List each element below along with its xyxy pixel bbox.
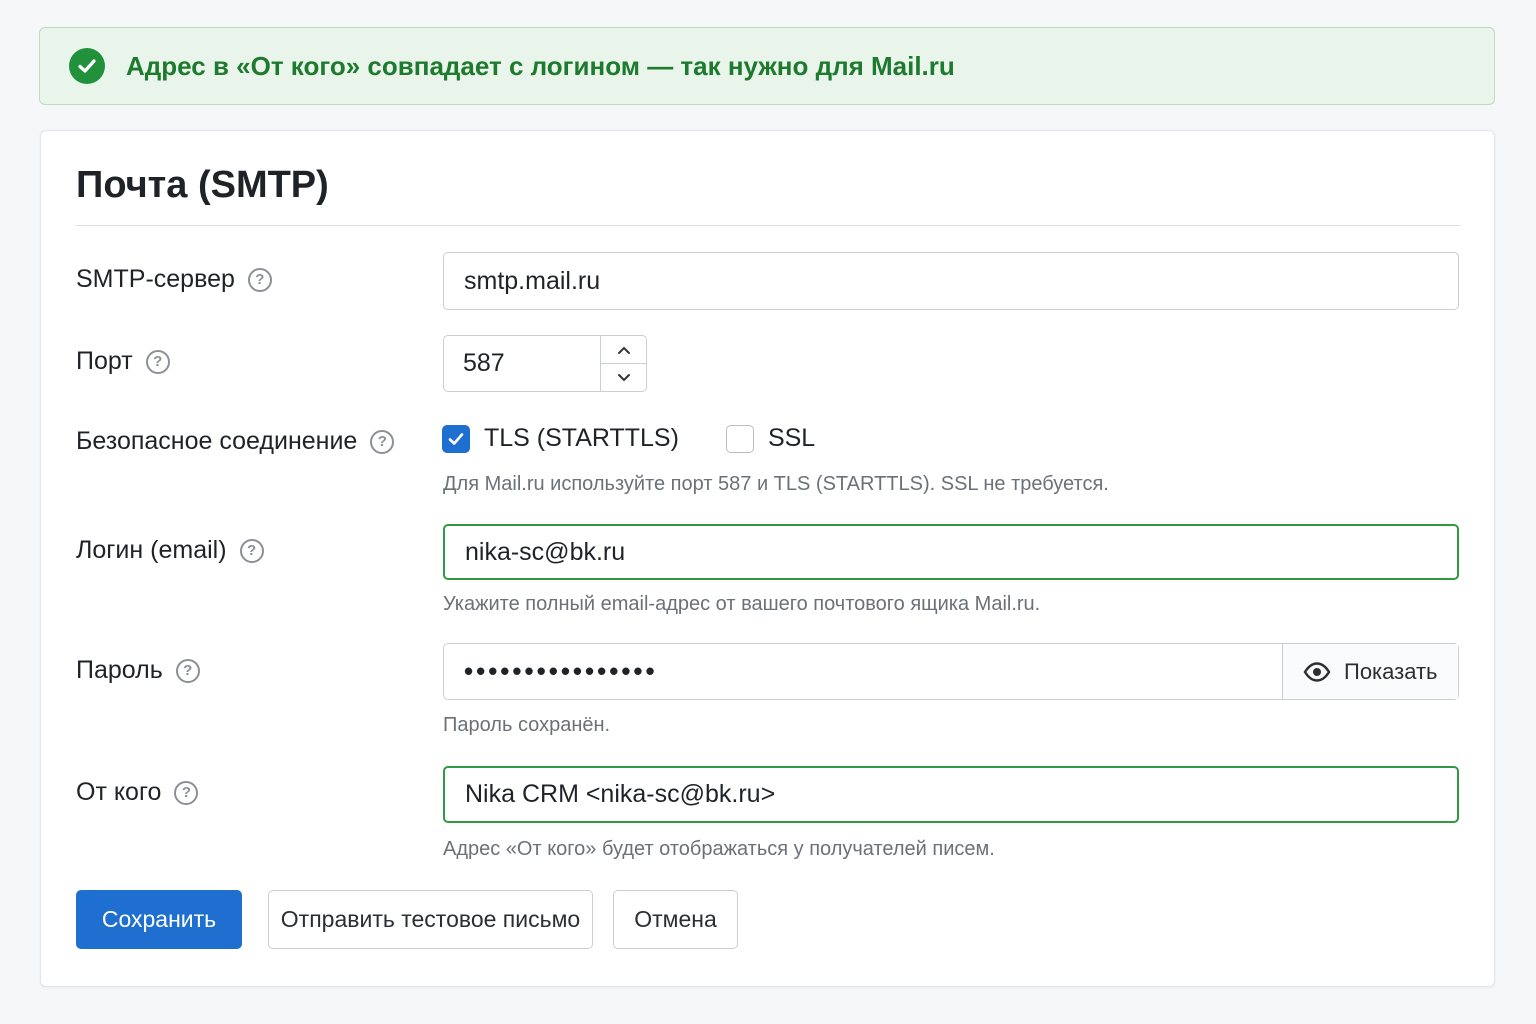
help-icon[interactable]: ? (145, 349, 170, 374)
help-icon[interactable]: ? (247, 267, 272, 292)
secure-connection-options: TLS (STARTTLS) SSL (442, 424, 815, 453)
ssl-checkbox-label[interactable]: SSL (768, 424, 815, 453)
port-label-text: Порт (76, 347, 133, 375)
from-label: От кого ? (76, 778, 199, 807)
login-hint: Укажите полный email-адрес от вашего поч… (443, 593, 1041, 615)
login-input[interactable]: nika-sc@bk.ru (443, 524, 1459, 580)
login-label: Логин (email) ? (76, 536, 264, 565)
eye-icon (1303, 661, 1331, 682)
from-hint: Адрес «От кого» будет отображаться у пол… (443, 838, 995, 860)
smtp-server-label: SMTP-сервер ? (76, 265, 272, 294)
from-input[interactable]: Nika CRM <nika-sc@bk.ru> (443, 766, 1459, 823)
save-button[interactable]: Сохранить (76, 890, 242, 949)
help-icon[interactable]: ? (175, 658, 200, 683)
page-title: Почта (SMTP) (76, 164, 329, 206)
tls-checkbox[interactable] (442, 424, 470, 453)
show-password-button[interactable]: Показать (1282, 644, 1458, 699)
cancel-button[interactable]: Отмена (613, 890, 738, 949)
check-circle-icon (69, 48, 105, 84)
banner-message: Адрес в «От кого» совпадает с логином — … (126, 50, 955, 81)
password-field: •••••••••••••••• Показать (443, 643, 1459, 700)
send-test-email-button[interactable]: Отправить тестовое письмо (268, 890, 593, 949)
from-label-text: От кого (76, 778, 162, 806)
success-banner: Адрес в «От кого» совпадает с логином — … (39, 27, 1495, 105)
port-stepper[interactable]: 587 (443, 335, 647, 392)
smtp-server-input[interactable]: smtp.mail.ru (443, 252, 1459, 310)
tls-checkbox-label[interactable]: TLS (STARTTLS) (484, 424, 679, 453)
title-divider (76, 225, 1460, 226)
chevron-down-icon[interactable] (601, 363, 646, 391)
help-icon[interactable]: ? (174, 780, 199, 805)
password-label-text: Пароль (76, 656, 163, 684)
secure-connection-label: Безопасное соединение ? (76, 427, 395, 456)
help-icon[interactable]: ? (239, 538, 264, 563)
smtp-settings-card: Почта (SMTP) SMTP-сервер ? smtp.mail.ru … (40, 130, 1495, 987)
help-icon[interactable]: ? (370, 429, 395, 454)
password-label: Пароль ? (76, 656, 200, 685)
secure-connection-hint: Для Mail.ru используйте порт 587 и TLS (… (443, 473, 1109, 495)
smtp-server-label-text: SMTP-сервер (76, 265, 235, 293)
chevron-up-icon[interactable] (601, 336, 646, 363)
port-label: Порт ? (76, 347, 170, 376)
login-label-text: Логин (email) (76, 536, 227, 564)
port-input[interactable]: 587 (444, 336, 600, 391)
show-password-label: Показать (1344, 658, 1438, 684)
password-hint: Пароль сохранён. (443, 714, 611, 736)
ssl-checkbox[interactable] (725, 424, 754, 453)
secure-connection-label-text: Безопасное соединение (76, 427, 358, 455)
password-input[interactable]: •••••••••••••••• (444, 644, 1282, 699)
